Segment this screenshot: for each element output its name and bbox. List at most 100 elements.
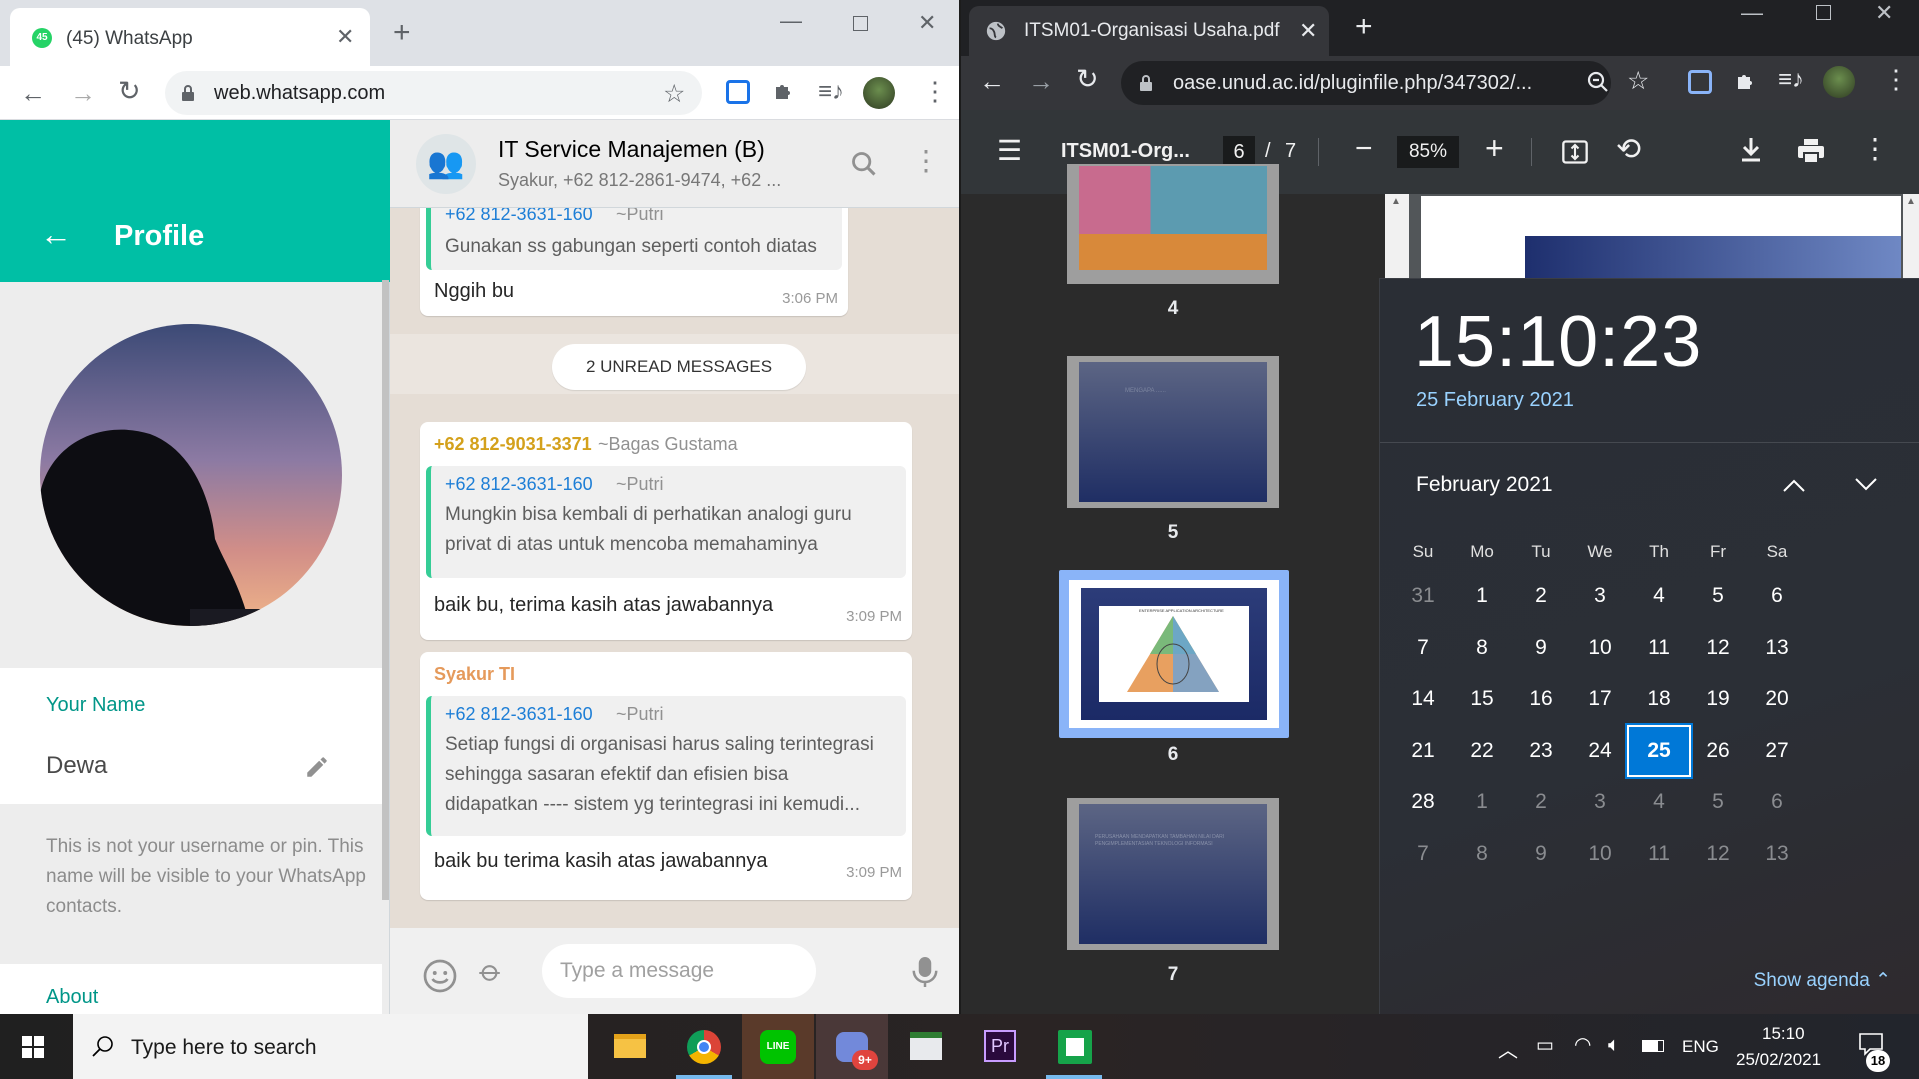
quoted-message[interactable]: +62 812-3631-160 ~Putri Gunakan ss gabun… bbox=[426, 208, 842, 270]
menu-kebab-icon[interactable]: ⋮ bbox=[1883, 64, 1909, 95]
calendar-day-today[interactable]: 25 bbox=[1625, 722, 1693, 779]
fit-page-icon[interactable] bbox=[1561, 138, 1589, 166]
media-control-icon[interactable]: ≡♪ bbox=[818, 78, 844, 106]
language-indicator[interactable]: ENG bbox=[1682, 1037, 1719, 1057]
extensions-puzzle-icon[interactable] bbox=[1734, 69, 1758, 93]
sidebar-menu-icon[interactable]: ☰ bbox=[997, 134, 1022, 167]
thumbnail-page-4[interactable] bbox=[1067, 164, 1279, 284]
close-window-button[interactable]: ✕ bbox=[918, 10, 936, 36]
back-icon[interactable]: ← bbox=[20, 78, 46, 109]
address-bar[interactable]: oase.unud.ac.id/pluginfile.php/347302/..… bbox=[1121, 61, 1611, 105]
translate-extension-icon[interactable] bbox=[726, 80, 750, 104]
user-avatar[interactable] bbox=[863, 77, 895, 109]
profile-photo[interactable] bbox=[40, 324, 342, 626]
minimize-button[interactable]: — bbox=[1741, 0, 1763, 26]
scroll-up-arrow[interactable]: ▲ bbox=[1391, 196, 1401, 207]
edit-pencil-icon[interactable] bbox=[304, 754, 330, 780]
windows-start-icon[interactable] bbox=[22, 1036, 44, 1058]
calendar-day[interactable]: 6 bbox=[1742, 569, 1812, 623]
forward-icon[interactable]: → bbox=[1028, 66, 1054, 97]
windows-taskbar: Type here to search LINE 9+ Pr ︿ ▭ ◠ 🔈︎ … bbox=[0, 1014, 1919, 1079]
new-tab-button[interactable]: + bbox=[1355, 12, 1373, 42]
zoom-search-icon[interactable] bbox=[1586, 70, 1610, 94]
meet-now-icon[interactable]: ▭ bbox=[1536, 1034, 1554, 1057]
message-bubble[interactable]: Syakur TI +62 812-3631-160 ~Putri Setiap… bbox=[420, 652, 912, 900]
address-bar[interactable]: web.whatsapp.com ☆ bbox=[165, 71, 702, 115]
bookmark-star-icon[interactable]: ☆ bbox=[1627, 66, 1649, 96]
windows-app-icon[interactable] bbox=[890, 1014, 962, 1079]
pdf-page-view[interactable]: ▲ ▲ bbox=[1385, 194, 1919, 278]
group-avatar[interactable]: 👥 bbox=[416, 134, 476, 194]
taskbar-search-box[interactable]: Type here to search bbox=[73, 1014, 588, 1079]
user-avatar[interactable] bbox=[1823, 66, 1855, 98]
message-input[interactable]: Type a message bbox=[542, 944, 816, 998]
premiere-pro-icon[interactable]: Pr bbox=[964, 1014, 1036, 1079]
scroll-up-arrow[interactable]: ▲ bbox=[1906, 196, 1916, 207]
thumbnail-page-7[interactable]: PERUSAHAAN MENDAPATKAN TAMBAHAN NILAI DA… bbox=[1067, 798, 1279, 950]
maximize-button[interactable] bbox=[853, 16, 868, 31]
forward-icon[interactable]: → bbox=[70, 78, 96, 109]
translate-extension-icon[interactable] bbox=[1688, 70, 1712, 94]
tab-pdf[interactable]: ITSM01-Organisasi Usaha.pdf ✕ bbox=[969, 6, 1329, 56]
search-icon[interactable] bbox=[850, 150, 878, 178]
zoom-out-button[interactable]: − bbox=[1355, 132, 1373, 166]
calendar-day[interactable]: 20 bbox=[1742, 672, 1812, 726]
volume-icon[interactable]: 🔈︎ bbox=[1608, 1034, 1620, 1057]
download-icon[interactable] bbox=[1739, 136, 1763, 164]
calendar-day[interactable]: 24 bbox=[1565, 724, 1635, 778]
quoted-message[interactable]: +62 812-3631-160 ~Putri Setiap fungsi di… bbox=[426, 696, 906, 836]
message-bubble[interactable]: +62 812-9031-3371 ~Bagas Gustama +62 812… bbox=[420, 422, 912, 640]
bookmark-star-icon[interactable]: ☆ bbox=[663, 79, 685, 109]
calendar-day[interactable]: 13 bbox=[1742, 621, 1812, 675]
microphone-icon[interactable] bbox=[910, 954, 940, 990]
chat-scroll-area[interactable]: +62 812-3631-160 ~Putri Gunakan ss gabun… bbox=[390, 208, 959, 928]
menu-kebab-icon[interactable]: ⋮ bbox=[922, 76, 948, 107]
quoted-message[interactable]: +62 812-3631-160 ~Putri Mungkin bisa kem… bbox=[426, 466, 906, 578]
pdf-more-icon[interactable]: ⋮ bbox=[1861, 132, 1889, 165]
chat-header[interactable]: 👥 IT Service Manajemen (B) Syakur, +62 8… bbox=[390, 120, 959, 208]
zoom-in-button[interactable]: + bbox=[1485, 130, 1504, 167]
previous-month-chevron-icon[interactable] bbox=[1782, 477, 1806, 493]
battery-icon[interactable] bbox=[1642, 1040, 1664, 1052]
chrome-icon[interactable] bbox=[668, 1014, 740, 1079]
thumbnail-page-6-selected[interactable]: ENTERPRISE APPLICATION ARCHITECTURE bbox=[1059, 570, 1289, 738]
file-explorer-icon[interactable] bbox=[594, 1014, 666, 1079]
pyramid-diagram bbox=[1127, 616, 1219, 692]
tab-close-icon[interactable]: ✕ bbox=[1299, 18, 1317, 44]
minimize-button[interactable]: — bbox=[780, 8, 802, 34]
tab-close-icon[interactable]: ✕ bbox=[336, 24, 354, 50]
calendar-day[interactable]: 13 bbox=[1742, 827, 1812, 881]
calendar-month-title[interactable]: February 2021 bbox=[1416, 473, 1553, 497]
attach-paperclip-icon[interactable]: ⌀ bbox=[472, 953, 510, 991]
line-app-icon[interactable]: LINE bbox=[742, 1014, 814, 1079]
discord-icon[interactable]: 9+ bbox=[816, 1014, 888, 1079]
taskbar-clock-time[interactable]: 15:10 bbox=[1762, 1024, 1805, 1044]
print-icon[interactable] bbox=[1797, 138, 1825, 164]
rotate-icon[interactable]: ⟲ bbox=[1616, 132, 1641, 167]
media-control-icon[interactable]: ≡♪ bbox=[1778, 66, 1804, 94]
calendar-day[interactable]: 6 bbox=[1742, 775, 1812, 829]
thumbnail-page-5[interactable]: MENGAPA ...... bbox=[1067, 356, 1279, 508]
next-month-chevron-icon[interactable] bbox=[1854, 477, 1878, 493]
reload-icon[interactable]: ↻ bbox=[118, 76, 141, 107]
image-app-icon[interactable] bbox=[1038, 1014, 1110, 1079]
reload-icon[interactable]: ↻ bbox=[1076, 64, 1099, 95]
new-tab-button[interactable]: + bbox=[393, 18, 411, 48]
zoom-level-input[interactable]: 85% bbox=[1397, 136, 1459, 168]
chat-menu-icon[interactable]: ⋮ bbox=[912, 144, 940, 177]
show-hidden-icons-chevron[interactable]: ︿ bbox=[1498, 1034, 1518, 1063]
extensions-puzzle-icon[interactable] bbox=[772, 79, 796, 103]
tab-whatsapp[interactable]: 45 (45) WhatsApp ✕ bbox=[10, 8, 370, 66]
back-arrow-icon[interactable]: ← bbox=[40, 216, 72, 253]
long-date-link[interactable]: 25 February 2021 bbox=[1416, 389, 1574, 412]
show-agenda-link[interactable]: Show agenda ⌃ bbox=[1754, 969, 1891, 992]
emoji-icon[interactable] bbox=[422, 958, 458, 994]
back-icon[interactable]: ← bbox=[979, 66, 1005, 97]
close-window-button[interactable]: ✕ bbox=[1875, 0, 1893, 26]
wifi-icon[interactable]: ◠ bbox=[1574, 1032, 1591, 1057]
profile-scrollbar[interactable] bbox=[382, 280, 389, 900]
maximize-button[interactable] bbox=[1816, 5, 1831, 20]
calendar-day[interactable]: 27 bbox=[1742, 724, 1812, 778]
taskbar-clock-date[interactable]: 25/02/2021 bbox=[1736, 1050, 1821, 1070]
message-bubble[interactable]: +62 812-3631-160 ~Putri Gunakan ss gabun… bbox=[420, 208, 848, 316]
